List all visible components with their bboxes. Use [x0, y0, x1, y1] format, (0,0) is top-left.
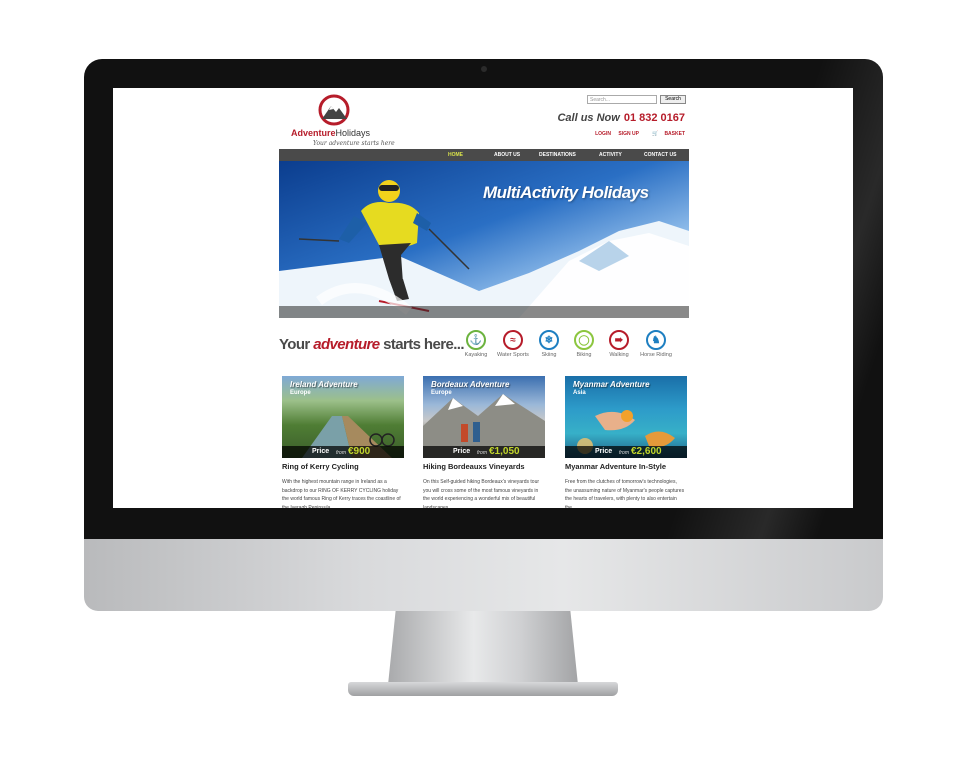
- nav-home[interactable]: HOME: [448, 149, 463, 161]
- site-logo[interactable]: AdventureHolidays Your adventure starts …: [291, 94, 395, 148]
- mountain-logo-icon: [318, 94, 350, 126]
- tour-card[interactable]: Ireland Adventure Europe Price from €900…: [282, 376, 404, 508]
- activity-water-sports[interactable]: ≈ Water Sports: [493, 330, 533, 358]
- monitor-chin: [84, 539, 883, 611]
- search-input[interactable]: Search...: [587, 95, 657, 104]
- call-us-banner: Call us Now 01 832 0167: [557, 112, 685, 124]
- hero-banner[interactable]: MultiActivity Holidays: [279, 161, 689, 318]
- tour-title[interactable]: Ring of Kerry Cycling: [282, 462, 404, 471]
- nav-contact-us[interactable]: CONTACT US: [644, 149, 676, 161]
- nav-destinations[interactable]: DESTINATIONS: [539, 149, 576, 161]
- screen: AdventureHolidays Your adventure starts …: [113, 88, 853, 508]
- water-sports-icon: ≈: [503, 330, 523, 350]
- tour-description: On this Self-guided hiking Bordeaux's vi…: [423, 479, 540, 508]
- website: AdventureHolidays Your adventure starts …: [279, 88, 689, 508]
- tour-title[interactable]: Hiking Bordeauxs Vineyards: [423, 462, 545, 471]
- tour-card-image: Myanmar Adventure Asia Price from €2,600: [565, 376, 687, 458]
- activity-skiing[interactable]: ❄ Skiing: [529, 330, 569, 358]
- user-links: LOGIN SIGN UP 🛒 BASKET: [589, 131, 685, 137]
- camera-dot: [481, 66, 487, 72]
- tour-card[interactable]: Myanmar Adventure Asia Price from €2,600…: [565, 376, 687, 508]
- activity-walking[interactable]: ➠ Walking: [599, 330, 639, 358]
- skiing-icon: ❄: [539, 330, 559, 350]
- main-nav: HOME ABOUT US DESTINATIONS ACTIVITY CONT…: [279, 149, 689, 161]
- logo-tagline: Your adventure starts here: [313, 140, 395, 147]
- signup-link[interactable]: SIGN UP: [618, 131, 638, 137]
- basket-link[interactable]: 🛒 BASKET: [646, 131, 685, 137]
- call-label: Call us Now: [557, 112, 620, 124]
- hero-caption-bar: [279, 306, 689, 318]
- logo-wordmark: AdventureHolidays: [291, 128, 371, 138]
- phone-number[interactable]: 01 832 0167: [624, 112, 685, 124]
- nav-about-us[interactable]: ABOUT US: [494, 149, 520, 161]
- tagline: Your adventure starts here...: [279, 336, 465, 353]
- walking-icon: ➠: [609, 330, 629, 350]
- tour-card-image: Bordeaux Adventure Europe Price from €1,…: [423, 376, 545, 458]
- kayaking-icon: ⚓: [466, 330, 486, 350]
- monitor-stand: [388, 611, 578, 685]
- activity-horse-riding[interactable]: ♞ Horse Riding: [636, 330, 676, 358]
- tour-card[interactable]: Bordeaux Adventure Europe Price from €1,…: [423, 376, 545, 508]
- login-link[interactable]: LOGIN: [595, 131, 611, 137]
- price-bar: Price from €2,600: [565, 446, 687, 458]
- tour-title[interactable]: Myanmar Adventure In-Style: [565, 462, 687, 471]
- horse-riding-icon: ♞: [646, 330, 666, 350]
- nav-activity[interactable]: ACTIVITY: [599, 149, 622, 161]
- hero-title: MultiActivity Holidays: [483, 183, 649, 202]
- biking-icon: ◯: [574, 330, 594, 350]
- activity-kayaking[interactable]: ⚓ Kayaking: [456, 330, 496, 358]
- tour-description: With the highest mountain range in Irela…: [282, 479, 401, 508]
- search-button[interactable]: Search: [660, 95, 686, 104]
- basket-icon: 🛒: [652, 131, 659, 137]
- price-bar: Price from €1,050: [423, 446, 545, 458]
- tour-description: Free from the clutches of tomorrow's tec…: [565, 479, 685, 508]
- activity-biking[interactable]: ◯ Biking: [564, 330, 604, 358]
- price-bar: Price from €900: [282, 446, 404, 458]
- monitor-foot: [348, 682, 618, 696]
- tour-card-image: Ireland Adventure Europe Price from €900: [282, 376, 404, 458]
